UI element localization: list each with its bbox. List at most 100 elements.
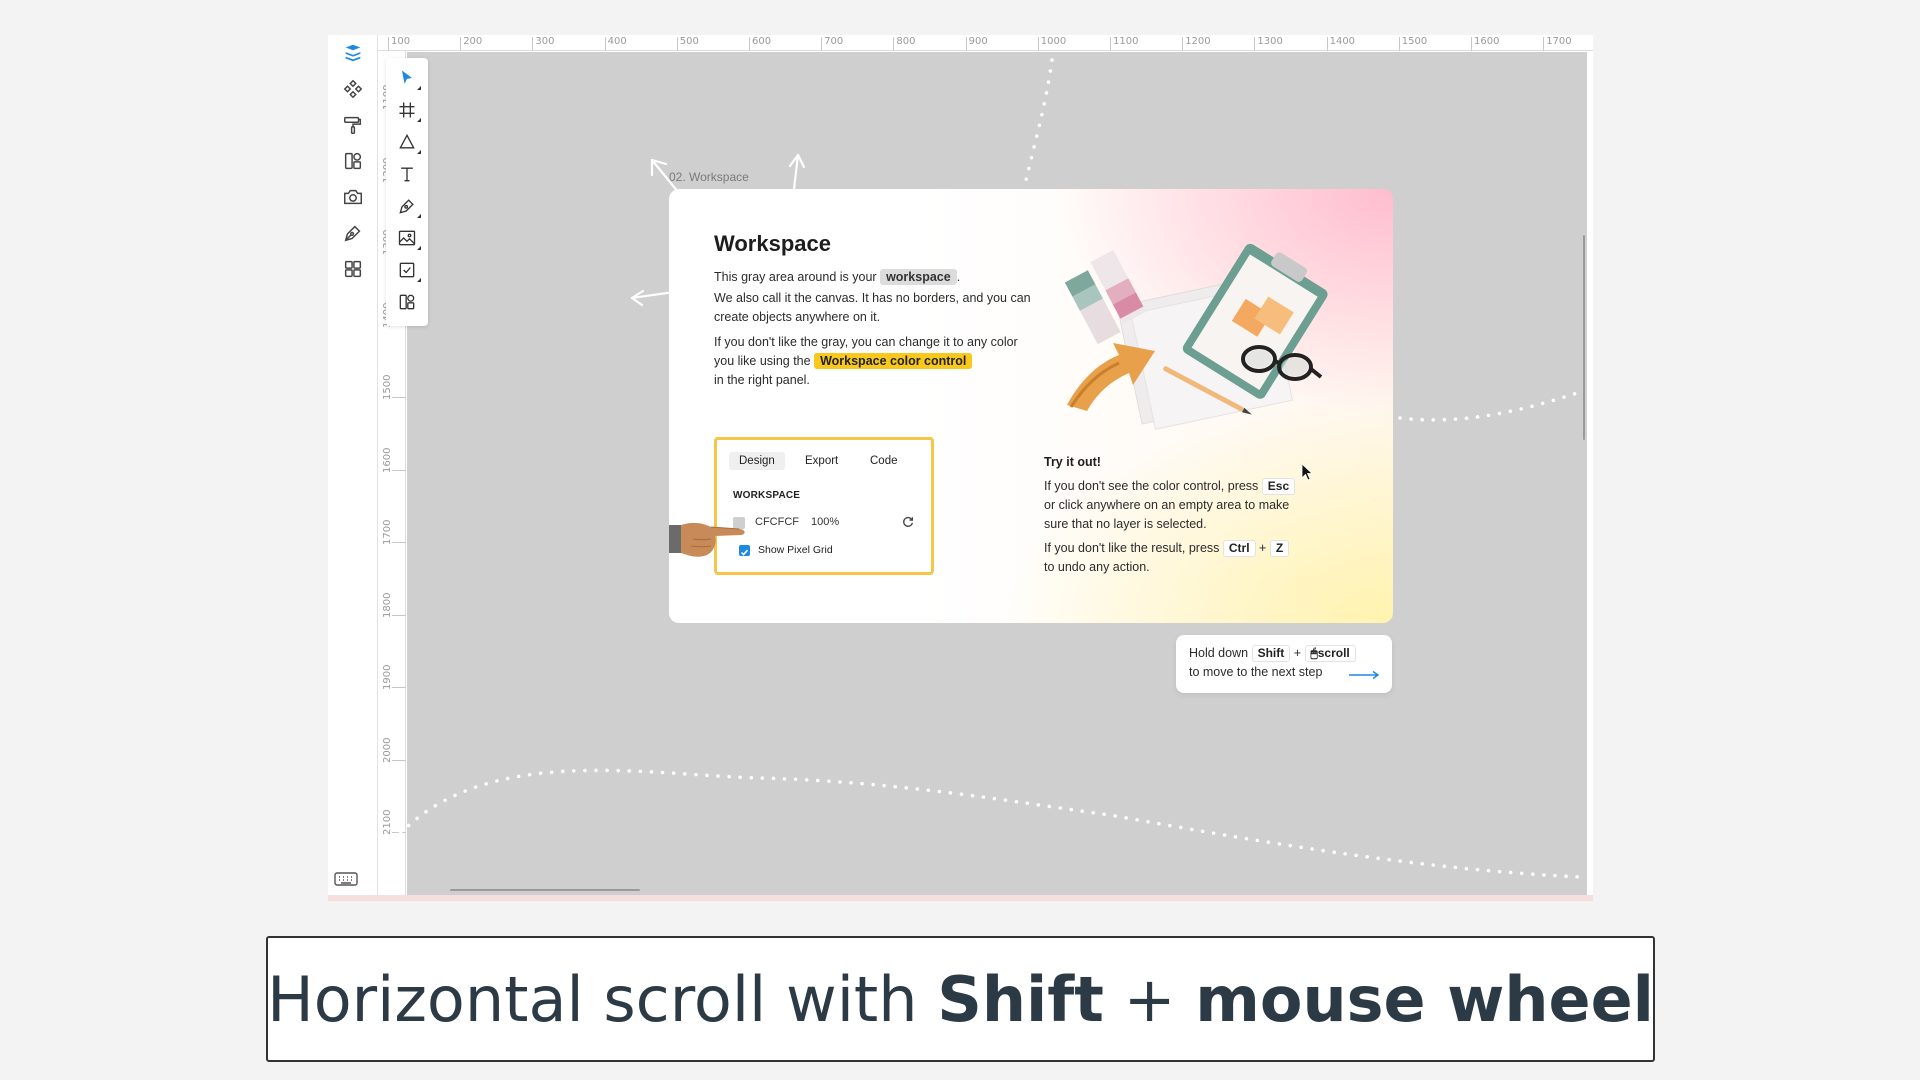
- card-title: Workspace: [714, 231, 831, 256]
- pen-tool-icon[interactable]: [395, 194, 421, 218]
- top-ruler-label: 1100: [1113, 36, 1139, 47]
- try2-line-2: to undo any action.: [1044, 560, 1150, 574]
- top-ruler-tick: [1326, 37, 1328, 51]
- color-hex-value[interactable]: CFCFCF: [755, 516, 799, 528]
- top-ruler-label: 600: [752, 36, 772, 47]
- layers-icon[interactable]: [341, 41, 365, 65]
- card-para-2-line-2: create objects anywhere on it.: [714, 310, 881, 324]
- esc-key: Esc: [1261, 478, 1296, 495]
- assets-icon[interactable]: [341, 149, 365, 173]
- text-tool-icon[interactable]: [395, 162, 419, 186]
- arrow-right-icon: [1349, 670, 1380, 680]
- top-ruler-tick: [460, 37, 462, 51]
- top-ruler-label: 1300: [1257, 36, 1283, 47]
- caption-bold-shift: Shift: [937, 962, 1104, 1036]
- workspace-color-control-chip: Workspace color control: [814, 353, 973, 369]
- hint-plus: +: [1293, 646, 1302, 660]
- card-para-3-line-2: you like using the Workspace color contr…: [714, 352, 973, 371]
- try1-line-2: or click anywhere on an empty area to ma…: [1044, 498, 1290, 512]
- top-ruler-tick: [1182, 37, 1184, 51]
- try2-text: If you don't like the result, press: [1044, 541, 1220, 555]
- left-ruler-label: 1700: [382, 519, 393, 545]
- workspace-chip: workspace: [880, 269, 957, 285]
- shape-tool-icon[interactable]: [395, 130, 421, 154]
- left-ruler-label: 2000: [382, 737, 393, 763]
- top-ruler-tick: [1037, 37, 1039, 51]
- left-ruler-tick: [392, 614, 406, 616]
- left-ruler-tick: [392, 759, 406, 761]
- camera-icon[interactable]: [341, 185, 365, 209]
- top-ruler-label: 900: [968, 36, 988, 47]
- try1-line-3: sure that no layer is selected.: [1044, 517, 1207, 531]
- caption-box: Horizontal scroll with Shift + mouse whe…: [266, 936, 1655, 1062]
- horizontal-scrollbar[interactable]: [450, 889, 640, 891]
- show-pixel-grid-label: Show Pixel Grid: [758, 544, 833, 556]
- caption-bold-mouse-wheel: mouse wheel: [1195, 962, 1654, 1036]
- right-edge: [1587, 52, 1593, 901]
- frame-label: 02. Workspace: [669, 170, 749, 184]
- checkbox-tool-icon[interactable]: [395, 258, 421, 282]
- top-ruler-tick: [532, 37, 534, 51]
- top-ruler-label: 1400: [1329, 36, 1356, 47]
- ctrl-key: Ctrl: [1222, 540, 1256, 557]
- image-tool-icon[interactable]: [395, 226, 421, 250]
- top-ruler-label: 1500: [1401, 36, 1428, 47]
- top-ruler-tick: [821, 37, 823, 51]
- plugins-icon[interactable]: [341, 257, 365, 281]
- color-opacity-value[interactable]: 100%: [811, 516, 839, 528]
- tools-toolbar: [386, 58, 428, 326]
- card-para-3-line-1: If you don't like the gray, you can chan…: [714, 335, 1018, 349]
- try1-text: If you don't see the color control, pres…: [1044, 479, 1259, 493]
- top-ruler-label: 1700: [1546, 36, 1572, 47]
- pen-icon[interactable]: [341, 221, 365, 245]
- top-ruler-tick: [1110, 37, 1111, 51]
- try2-line-1: If you don't like the result, press Ctrl…: [1044, 539, 1290, 558]
- para1-text: This gray area around is your: [714, 270, 877, 284]
- top-ruler-tick: [1398, 37, 1400, 51]
- workspace-card: Workspace This gray area around is your …: [669, 189, 1393, 623]
- hint-text: Hold down: [1189, 646, 1249, 660]
- top-ruler-label: 300: [535, 36, 555, 47]
- top-ruler: 100 200 300 400 500 600 700 800 900 1000 1100 1200 1…: [378, 35, 1593, 51]
- pointing-hand-icon: [669, 522, 745, 557]
- top-ruler-label: 500: [679, 36, 699, 47]
- left-ruler-tick: [392, 397, 406, 398]
- keyboard-icon[interactable]: [334, 871, 358, 887]
- left-ruler-tick: [392, 542, 406, 543]
- tab-design[interactable]: Design: [729, 452, 785, 470]
- left-ruler-label: 1500: [382, 374, 393, 400]
- top-ruler-tick: [604, 37, 606, 51]
- tab-export[interactable]: Export: [795, 452, 848, 470]
- caption-normal-1: Horizontal scroll with: [267, 962, 938, 1036]
- try-it-out-title: Try it out!: [1044, 455, 1101, 469]
- components-icon[interactable]: [341, 77, 365, 101]
- try1-line-1: If you don't see the color control, pres…: [1044, 477, 1296, 496]
- workspace-section-title: WORKSPACE: [733, 490, 801, 501]
- workspace-illustration: [1064, 243, 1328, 430]
- frame-tool-icon[interactable]: [395, 98, 421, 122]
- left-ruler-label: 1800: [382, 592, 393, 618]
- widget-tool-icon[interactable]: [395, 290, 419, 314]
- hint-line-2: to move to the next step: [1189, 665, 1323, 679]
- left-ruler-tick: [392, 469, 406, 471]
- left-ruler-tick: [392, 832, 406, 833]
- caption-text: Horizontal scroll with Shift + mouse whe…: [267, 963, 1654, 1036]
- caption-normal-2: +: [1103, 962, 1196, 1036]
- z-key: Z: [1269, 540, 1290, 557]
- top-ruler-label: 1600: [1474, 36, 1500, 47]
- scroll-key: 🖱scroll: [1304, 645, 1356, 662]
- top-ruler-tick: [749, 37, 750, 51]
- paint-roller-icon[interactable]: [341, 113, 365, 137]
- top-ruler-tick: [1254, 37, 1256, 51]
- vertical-scrollbar[interactable]: [1583, 235, 1585, 440]
- top-ruler-tick: [676, 37, 678, 51]
- left-ruler-label: 2100: [382, 809, 393, 835]
- top-ruler-tick: [965, 37, 967, 51]
- top-ruler-label: 400: [607, 36, 627, 47]
- tab-code[interactable]: Code: [860, 452, 908, 470]
- shift-key: Shift: [1251, 645, 1291, 662]
- move-tool-icon[interactable]: [395, 66, 421, 90]
- left-ruler-tick: [392, 687, 406, 688]
- reset-icon[interactable]: [901, 515, 915, 529]
- para1-suffix: .: [956, 270, 961, 284]
